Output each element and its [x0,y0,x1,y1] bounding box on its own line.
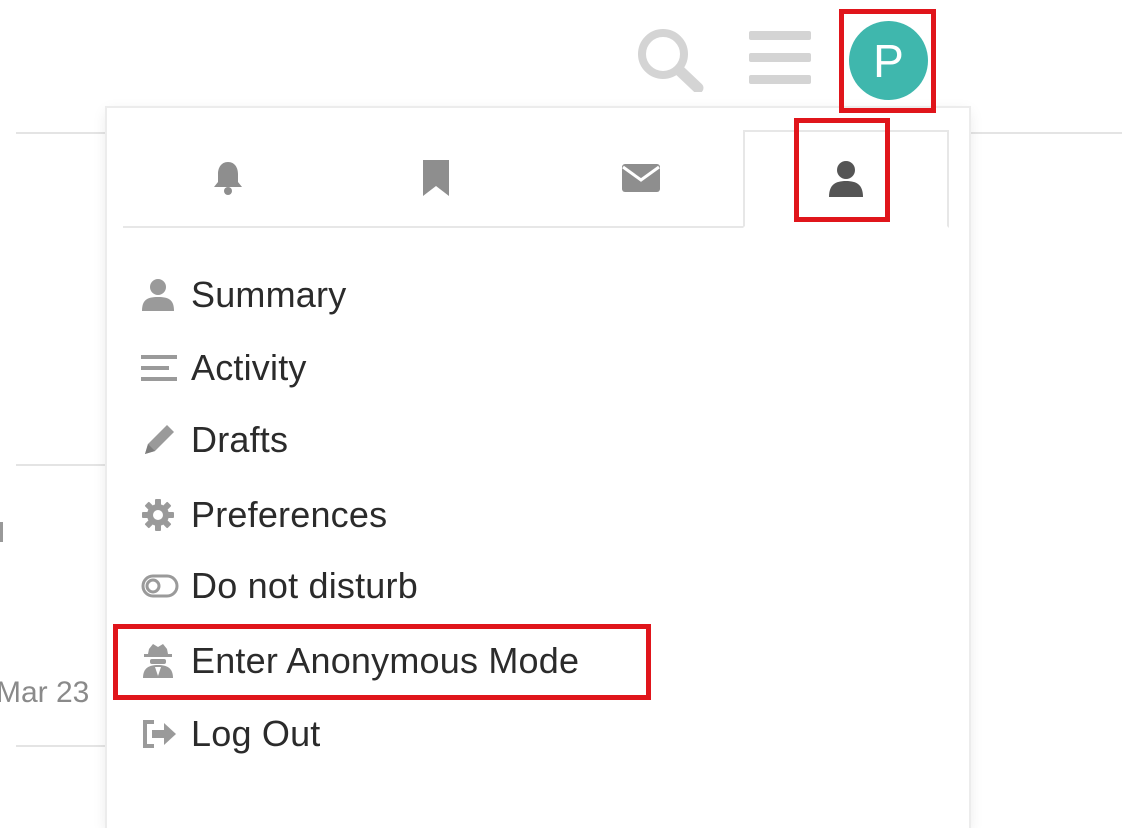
tab-profile[interactable] [743,130,949,228]
header-divider-right [969,132,1122,134]
avatar-letter: P [873,34,904,87]
search-icon[interactable] [632,26,708,92]
menu-item-do-not-disturb[interactable]: Do not disturb [141,556,418,616]
pencil-icon [141,420,191,460]
content-divider [16,464,108,466]
tab-messages[interactable] [539,130,743,226]
bookmark-icon [423,160,449,196]
bell-icon [214,162,242,195]
user-menu-tabs [123,130,949,228]
menu-item-label: Do not disturb [191,565,418,606]
toggle-off-icon [141,566,191,606]
menu-item-label: Log Out [191,713,321,754]
menu-item-label: Summary [191,274,347,315]
menu-item-summary[interactable]: Summary [141,265,346,325]
list-icon [141,348,191,388]
menu-item-label: Activity [191,347,307,388]
user-icon [141,275,191,315]
menu-item-activity[interactable]: Activity [141,338,307,398]
user-avatar-button[interactable]: P [849,21,928,100]
user-menu-panel: Summary Activity Drafts Preferences Do n… [107,108,969,828]
user-icon [829,161,863,197]
tab-notifications[interactable] [123,130,333,226]
menu-item-drafts[interactable]: Drafts [141,410,288,470]
tab-bookmarks[interactable] [333,130,539,226]
menu-item-label: Preferences [191,494,388,535]
envelope-icon [622,164,660,192]
menu-item-label: Drafts [191,419,289,460]
sign-out-icon [141,714,191,754]
header-divider-left [16,132,108,134]
content-divider-bottom [16,745,108,747]
menu-item-label: Enter Anonymous Mode [191,640,580,681]
gear-icon [141,495,191,535]
background-edge-mark [0,522,9,542]
menu-item-anonymous-mode[interactable]: Enter Anonymous Mode [141,631,579,691]
topic-date: Mar 23 [0,676,90,709]
user-secret-icon [141,641,191,681]
menu-item-preferences[interactable]: Preferences [141,485,387,545]
hamburger-menu-icon[interactable] [748,26,812,90]
menu-item-log-out[interactable]: Log Out [141,704,321,764]
